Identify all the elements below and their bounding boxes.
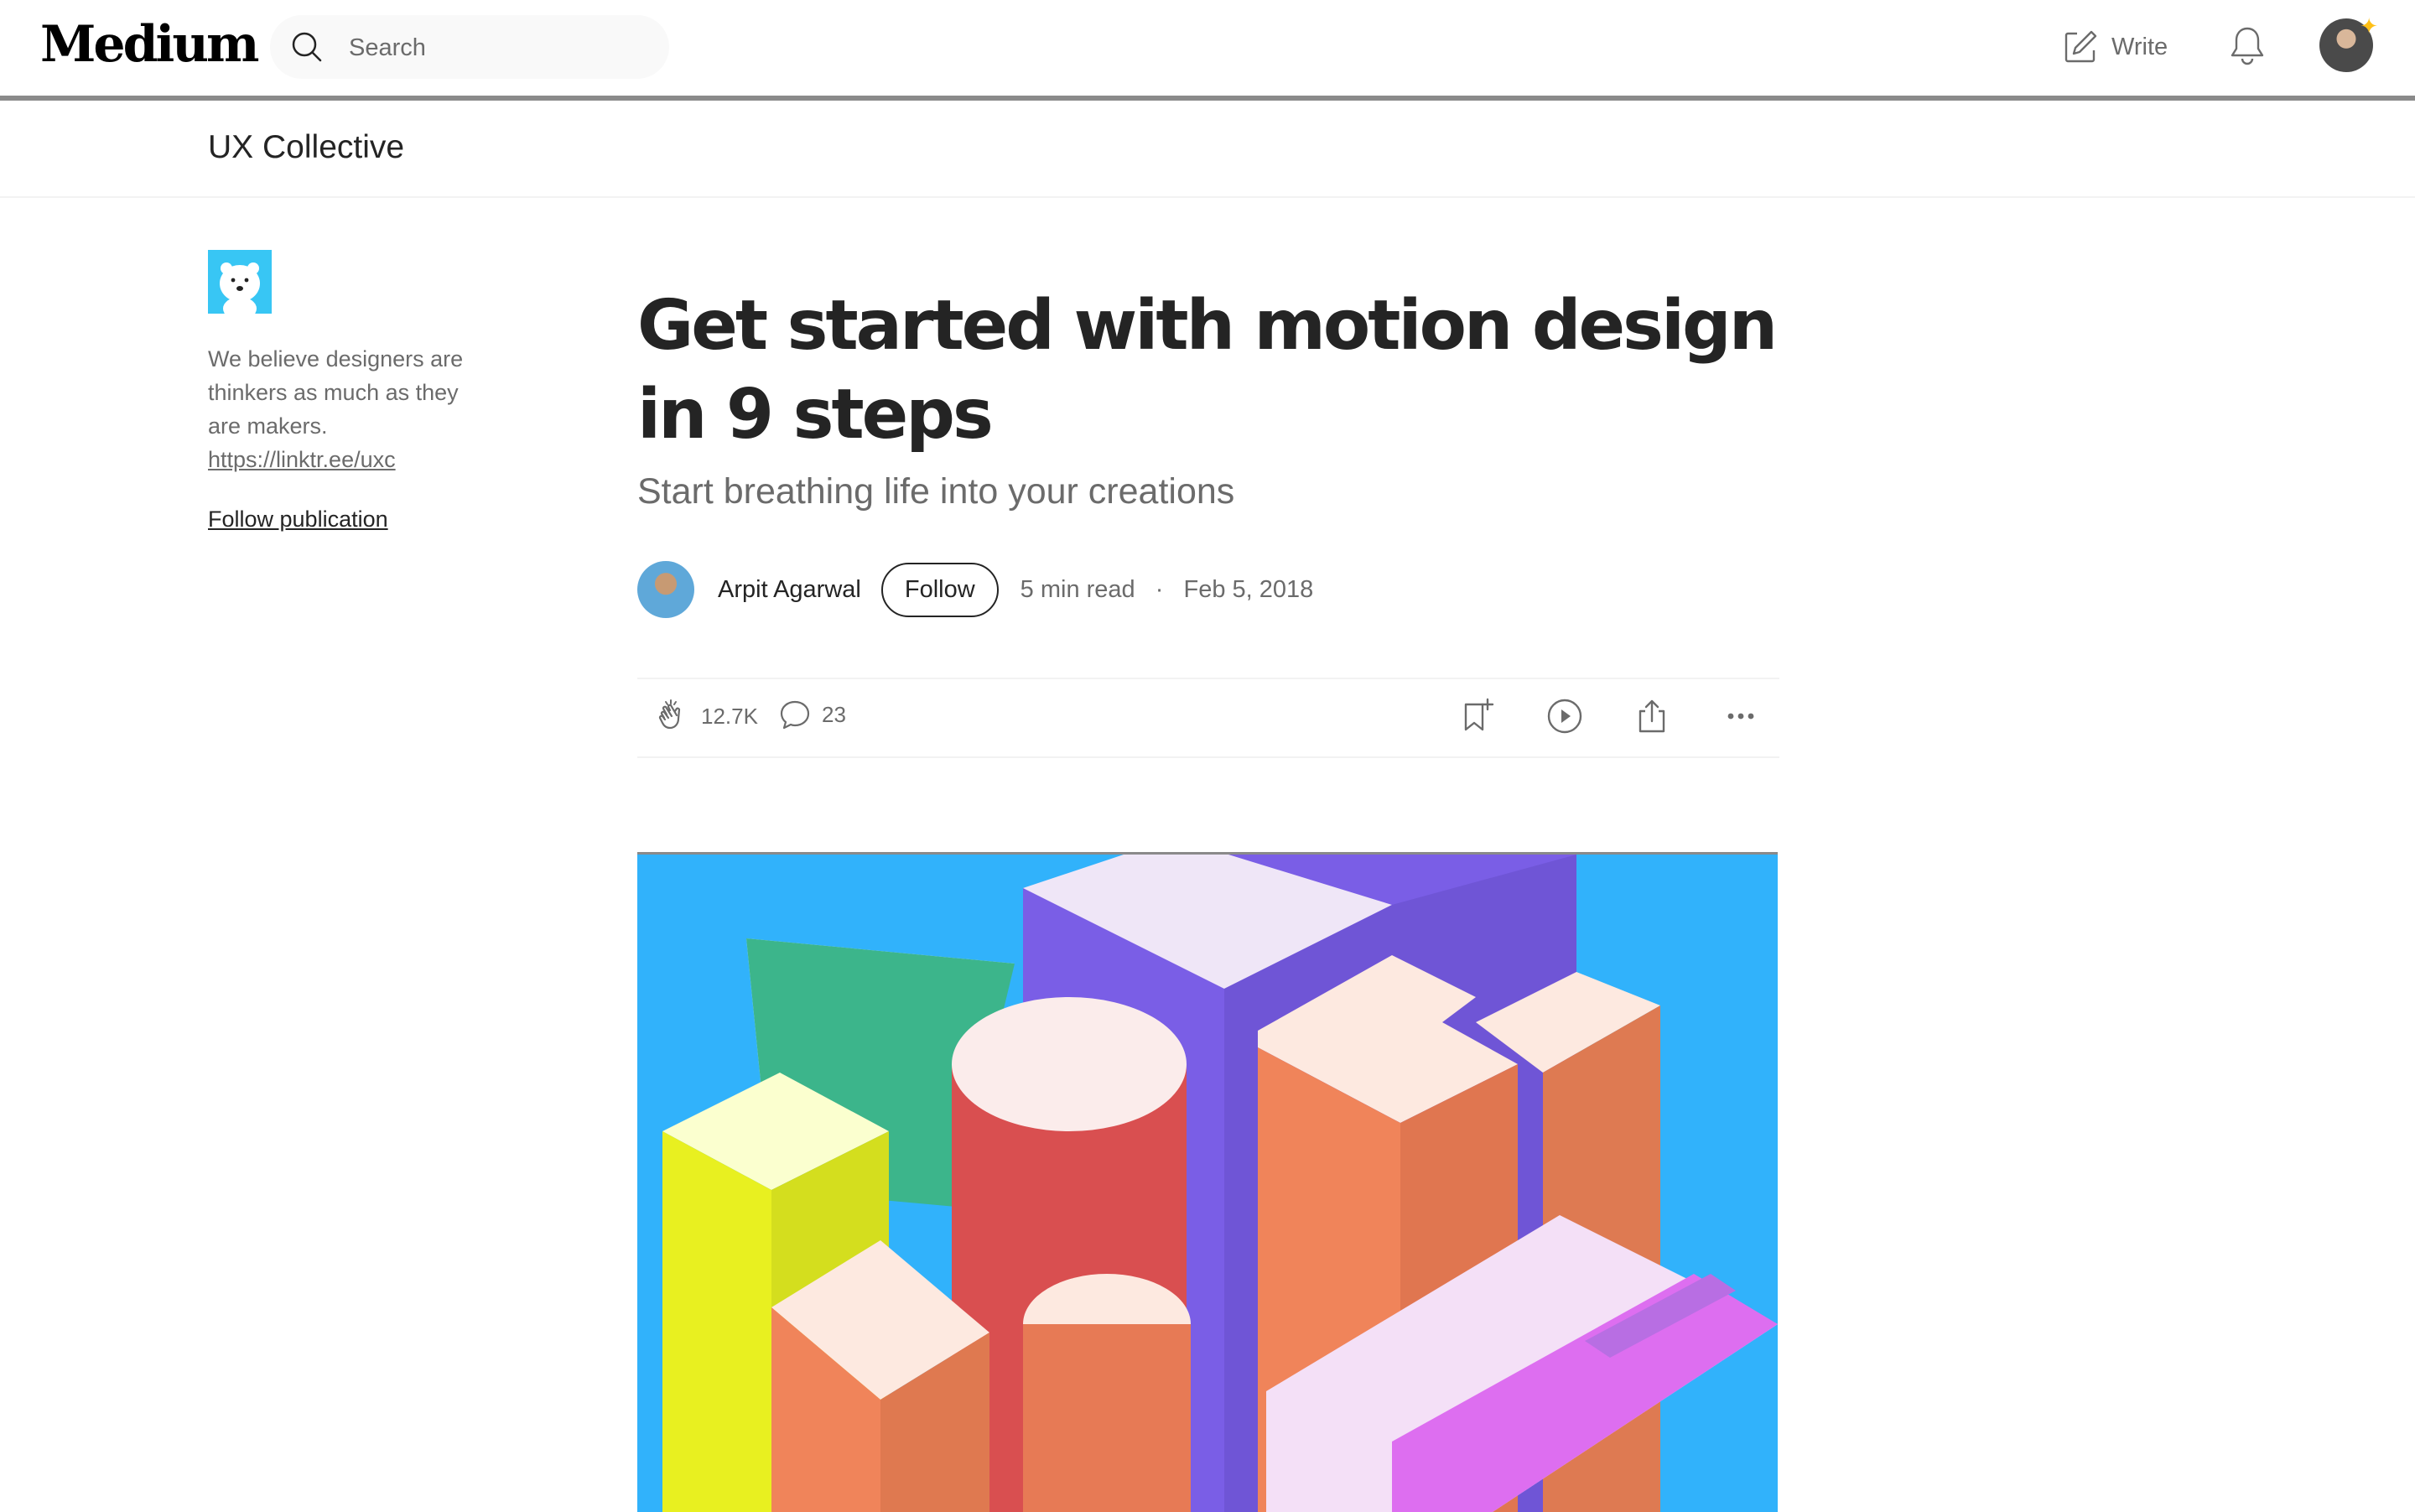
comment-icon [780,700,810,730]
publication-description: We believe designers are thinkers as muc… [208,342,476,476]
publication-tagline: We believe designers are thinkers as muc… [208,346,464,439]
sparkle-icon: ✦ [2360,13,2378,39]
more-icon [1727,713,1754,720]
isometric-letters-illustration [637,855,1778,1512]
article-subtitle: Start breathing life into your creations [637,471,1235,512]
follow-publication-link[interactable]: Follow publication [208,507,388,533]
search-icon [292,32,322,62]
user-avatar[interactable]: ✦ [2319,15,2378,72]
more-button[interactable] [1722,698,1759,735]
meta-separator: · [1155,575,1164,603]
responses-button[interactable]: 23 [778,698,846,731]
publication-logo[interactable] [208,250,272,314]
follow-author-button[interactable]: Follow [880,562,999,617]
medium-logo[interactable]: Medium [40,15,259,74]
author-row: Arpit Agarwal Follow 5 min read · Feb 5,… [637,560,1313,619]
publication-link[interactable]: https://linktr.ee/uxc [208,443,476,476]
notifications-button[interactable] [2229,25,2266,71]
bookmark-icon [1464,698,1494,731]
author-avatar[interactable] [637,561,694,618]
article-title: Get started with motion design in 9 step… [637,286,1778,455]
listen-button[interactable] [1546,698,1583,735]
publish-date: Feb 5, 2018 [1183,575,1314,603]
publication-name[interactable]: UX Collective [208,129,404,166]
publication-bar: UX Collective [0,101,2415,198]
search-input[interactable] [347,27,652,69]
write-button[interactable]: Write [2063,25,2168,69]
article-meta: 5 min read · Feb 5, 2018 [1021,576,1314,604]
share-button[interactable] [1633,698,1670,735]
response-count: 23 [822,701,846,727]
write-icon [2064,30,2097,63]
author-name[interactable]: Arpit Agarwal [718,576,861,604]
clap-button[interactable]: 12.7K [654,698,758,735]
article-hero-image [637,852,1778,1512]
article-action-bar: 12.7K 23 [637,678,1779,758]
clap-count: 12.7K [701,703,758,729]
share-icon [1639,699,1665,733]
write-label: Write [2111,33,2168,60]
bookmark-button[interactable] [1459,698,1496,735]
top-navigation: Medium Write ✦ [0,0,2415,101]
clap-icon [658,699,681,730]
search-box[interactable] [270,15,669,79]
play-icon [1547,699,1582,734]
polar-bear-logo [208,250,272,314]
read-time: 5 min read [1020,575,1135,603]
bell-icon [2231,27,2264,65]
